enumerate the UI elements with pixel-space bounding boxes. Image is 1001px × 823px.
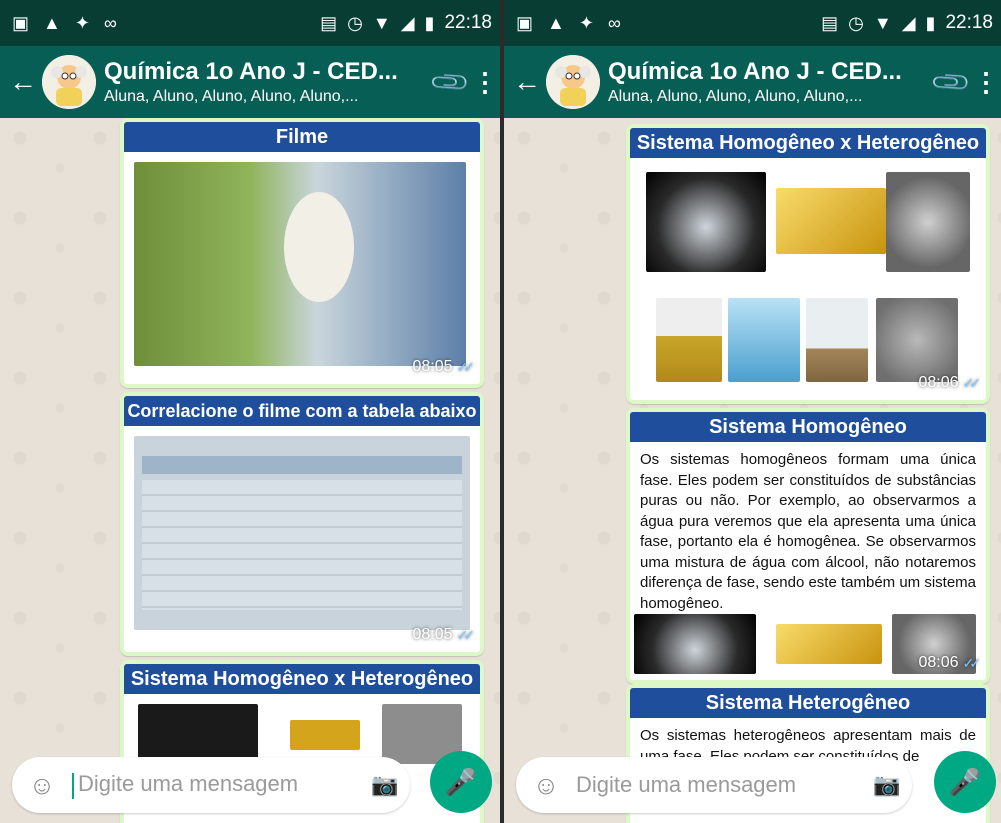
camera-icon[interactable]: 📷: [360, 772, 410, 798]
gold-bars-photo: [776, 188, 886, 254]
voicemail-icon: ∞: [103, 12, 117, 33]
microphone-icon: 🎤: [948, 766, 982, 797]
right-screen: ▣ ▲ ✦ ∞ ▤ ◷ ▼ ◢ ▮ 22:18 ← Química 1o Ano…: [504, 0, 1001, 823]
message-list[interactable]: Sistema Homogêneo x Heterogêneo 08:06 ✓✓: [504, 118, 1001, 823]
wifi-icon: ▼: [873, 12, 892, 33]
alarm-icon: ◷: [347, 12, 363, 33]
signal-icon: ◢: [400, 12, 415, 33]
running-icon: ✦: [578, 12, 594, 33]
image-message[interactable]: Sistema Homogêneo x Heterogêneo 08:06 ✓✓: [626, 124, 990, 404]
chat-header: ← Química 1o Ano J - CED... Aluna, Aluno…: [504, 46, 1001, 118]
water-glass-photo: [634, 614, 756, 674]
slide-body-text: Os sistemas homogêneos formam uma única …: [640, 451, 977, 612]
slide-image: Filme 08:05 ✓✓: [124, 122, 480, 384]
warning-icon: ▲: [547, 12, 565, 33]
slide-title: Sistema Homogêneo x Heterogêneo: [124, 664, 480, 694]
image-message[interactable]: Sistema Homogêneo Os sistemas homogêneos…: [626, 408, 990, 684]
chat-participants[interactable]: Aluna, Aluno, Aluno, Aluno, Aluno,...: [608, 88, 931, 106]
oil-water-beaker-photo: [656, 298, 722, 382]
gold-bars-photo: [776, 624, 882, 664]
attach-icon[interactable]: 📎: [425, 57, 475, 107]
read-receipt-icon: ✓✓: [962, 374, 982, 391]
more-menu-icon[interactable]: ⋮: [971, 67, 1001, 98]
message-timestamp: 08:05 ✓✓: [412, 626, 476, 643]
running-icon: ✦: [74, 12, 90, 33]
message-list[interactable]: Filme 08:05 ✓✓ Correlacione o filme com …: [0, 118, 500, 823]
read-receipt-icon: ✓✓: [456, 358, 476, 375]
density-table-photo: [134, 436, 470, 630]
emoji-icon[interactable]: ☺: [12, 770, 72, 801]
granite-rock-photo: [876, 298, 958, 382]
read-receipt-icon: ✓✓: [456, 626, 476, 643]
slide-title: Sistema Heterogêneo: [630, 688, 986, 718]
slide-title: Sistema Homogêneo: [630, 412, 986, 442]
slide-title: Sistema Homogêneo x Heterogêneo: [630, 128, 986, 158]
microphone-icon: 🎤: [444, 766, 478, 797]
camera-icon[interactable]: 📷: [862, 772, 912, 798]
message-placeholder: Digite uma mensagem: [576, 772, 797, 797]
composer-bar: ☺ Digite uma mensagem 📷 🎤: [0, 749, 500, 823]
message-input[interactable]: ☺ Digite uma mensagem 📷: [516, 757, 912, 813]
gallery-icon: ▣: [516, 12, 534, 33]
read-receipt-icon: ✓✓: [962, 654, 982, 671]
chat-participants[interactable]: Aluna, Aluno, Aluno, Aluno, Aluno,...: [104, 88, 430, 106]
wifi-icon: ▼: [372, 12, 391, 33]
voice-record-button[interactable]: 🎤: [934, 751, 996, 813]
back-arrow-icon[interactable]: ←: [0, 66, 40, 98]
slide-image: Correlacione o filme com a tabela abaixo…: [124, 396, 480, 652]
battery-icon: ▮: [925, 12, 936, 33]
image-message[interactable]: Filme 08:05 ✓✓: [120, 118, 484, 388]
sand-water-beaker-photo: [806, 298, 868, 382]
group-avatar[interactable]: [42, 55, 96, 109]
voicemail-icon: ∞: [607, 12, 621, 33]
signal-icon: ◢: [901, 12, 916, 33]
more-menu-icon[interactable]: ⋮: [470, 67, 500, 98]
status-time: 22:18: [444, 12, 492, 33]
chat-header: ← Química 1o Ano J - CED... Aluna, Aluno…: [0, 46, 500, 118]
message-input[interactable]: ☺ Digite uma mensagem 📷: [12, 757, 410, 813]
message-timestamp: 08:06 ✓✓: [918, 374, 982, 391]
gallery-icon: ▣: [12, 12, 30, 33]
emoji-icon[interactable]: ☺: [516, 770, 576, 801]
chat-title[interactable]: Química 1o Ano J - CED...: [608, 58, 931, 86]
gold-bars-photo: [290, 720, 360, 750]
slide-image: Sistema Homogêneo x Heterogêneo 08:06 ✓✓: [630, 128, 986, 400]
status-time: 22:18: [945, 12, 993, 33]
left-screen: ▣ ▲ ✦ ∞ ▤ ◷ ▼ ◢ ▮ 22:18 ← Química 1o Ano…: [0, 0, 500, 823]
message-placeholder: Digite uma mensagem: [78, 771, 299, 797]
vibrate-icon: ▤: [821, 12, 839, 33]
composer-bar: ☺ Digite uma mensagem 📷 🎤: [504, 749, 1001, 823]
image-message[interactable]: Correlacione o filme com a tabela abaixo…: [120, 392, 484, 656]
back-arrow-icon[interactable]: ←: [504, 66, 544, 98]
slide-title: Correlacione o filme com a tabela abaixo: [124, 396, 480, 426]
group-avatar[interactable]: [546, 55, 600, 109]
egg-shape: [284, 192, 354, 302]
water-beaker-photo: [728, 298, 800, 382]
text-caret: [72, 772, 74, 799]
message-timestamp: 08:06 ✓✓: [918, 654, 982, 671]
status-bar: ▣ ▲ ✦ ∞ ▤ ◷ ▼ ◢ ▮ 22:18: [0, 0, 500, 46]
alarm-icon: ◷: [848, 12, 864, 33]
attach-icon[interactable]: 📎: [926, 57, 976, 107]
warning-icon: ▲: [43, 12, 61, 33]
vibrate-icon: ▤: [320, 12, 338, 33]
gears-photo: [886, 172, 970, 272]
chat-title[interactable]: Química 1o Ano J - CED...: [104, 58, 430, 86]
message-timestamp: 08:05 ✓✓: [412, 358, 476, 375]
slide-title: Filme: [124, 122, 480, 152]
slide-image: Sistema Homogêneo Os sistemas homogêneos…: [630, 412, 986, 680]
status-bar: ▣ ▲ ✦ ∞ ▤ ◷ ▼ ◢ ▮ 22:18: [504, 0, 1001, 46]
battery-icon: ▮: [424, 12, 435, 33]
voice-record-button[interactable]: 🎤: [430, 751, 492, 813]
water-glass-photo: [646, 172, 766, 272]
